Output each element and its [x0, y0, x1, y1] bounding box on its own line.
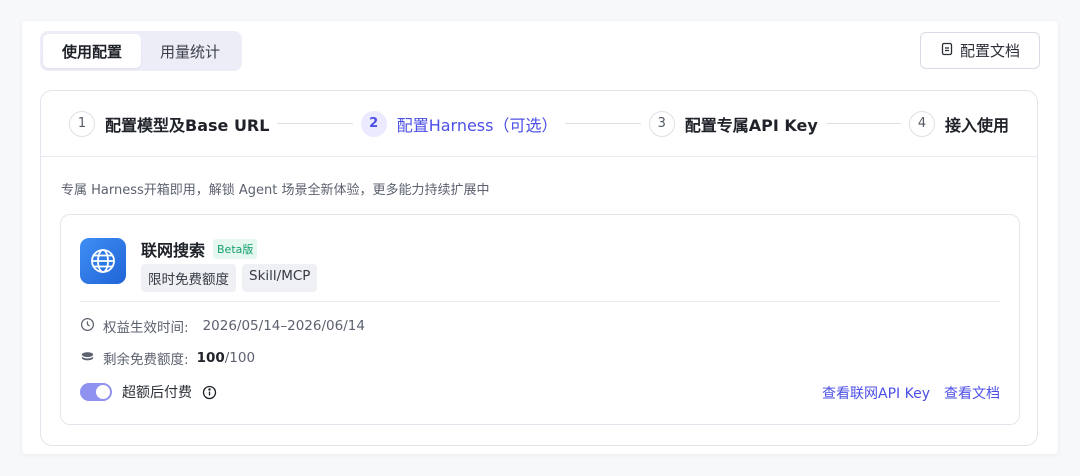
- stepper: 1 配置模型及Base URL 2 配置Harness（可选） 3 配置专属AP…: [41, 91, 1037, 157]
- step-label: 配置模型及Base URL: [105, 115, 270, 135]
- plugin-card: 联网搜索 Beta版 限时免费额度 Skill/MCP 权益生效时间: 2026…: [60, 214, 1020, 425]
- step-label: 配置专属API Key: [684, 115, 818, 135]
- tag-skill-mcp: Skill/MCP: [242, 264, 318, 292]
- step-number: 3: [648, 110, 675, 137]
- toggle-knob: [96, 385, 110, 399]
- tab-config[interactable]: 使用配置: [43, 34, 141, 68]
- clock-icon: [80, 317, 95, 336]
- step-label: 配置Harness（可选）: [396, 115, 558, 135]
- tag-free-quota: 限时免费额度: [141, 264, 236, 292]
- step-connector: [277, 123, 353, 124]
- free-quota: 剩余免费额度: 100/100: [80, 348, 255, 368]
- config-docs-button[interactable]: 配置文档: [920, 32, 1040, 69]
- config-page: 使用配置 用量统计 配置文档 1 配置模型及Base URL 2 配置Harne…: [22, 21, 1058, 454]
- plugin-tags: 限时免费额度 Skill/MCP: [141, 264, 318, 292]
- benefit-period: 权益生效时间: 2026/05/14–2026/06/14: [80, 316, 365, 336]
- step-number: 2: [360, 110, 387, 137]
- harness-intro: 专属 Harness开箱即用，解锁 Agent 场景全新体验，更多能力持续扩展中: [61, 183, 490, 198]
- info-icon[interactable]: [202, 385, 217, 400]
- view-tabs: 使用配置 用量统计: [40, 31, 242, 71]
- quota-total: /100: [224, 350, 256, 366]
- step-number: 4: [909, 110, 935, 137]
- config-docs-label: 配置文档: [959, 42, 1020, 60]
- step-use[interactable]: 4 接入使用: [909, 110, 1010, 137]
- benefit-period-label: 权益生效时间:: [103, 320, 189, 336]
- divider: [80, 301, 1000, 302]
- tab-usage[interactable]: 用量统计: [141, 34, 239, 68]
- plugin-name: 联网搜索: [141, 241, 206, 260]
- coins-icon: [80, 349, 95, 368]
- free-quota-value: 100/100: [197, 350, 256, 366]
- step-connector: [565, 123, 641, 124]
- step-label: 接入使用: [945, 115, 1010, 135]
- globe-icon: [80, 238, 126, 284]
- config-card: 1 配置模型及Base URL 2 配置Harness（可选） 3 配置专属AP…: [40, 90, 1038, 446]
- step-api-key[interactable]: 3 配置专属API Key: [648, 110, 818, 137]
- document-icon: [940, 42, 954, 60]
- quota-remaining: 100: [196, 350, 225, 366]
- beta-badge: Beta版: [213, 239, 258, 259]
- overage-label: 超额后付费: [122, 385, 192, 401]
- benefit-period-value: 2026/05/14–2026/06/14: [202, 318, 365, 334]
- step-model[interactable]: 1 配置模型及Base URL: [69, 110, 270, 137]
- plugin-links: 查看联网API Key 查看文档: [822, 383, 1000, 403]
- step-harness[interactable]: 2 配置Harness（可选）: [360, 110, 558, 137]
- view-search-api-key-link[interactable]: 查看联网API Key: [822, 383, 930, 403]
- view-docs-link[interactable]: 查看文档: [944, 383, 1000, 403]
- overage-toggle[interactable]: [80, 383, 112, 401]
- overage-setting: 超额后付费: [80, 382, 217, 402]
- step-connector: [825, 123, 901, 124]
- plugin-title: 联网搜索 Beta版: [141, 237, 258, 261]
- step-number: 1: [69, 110, 95, 137]
- free-quota-label: 剩余免费额度:: [103, 352, 189, 368]
